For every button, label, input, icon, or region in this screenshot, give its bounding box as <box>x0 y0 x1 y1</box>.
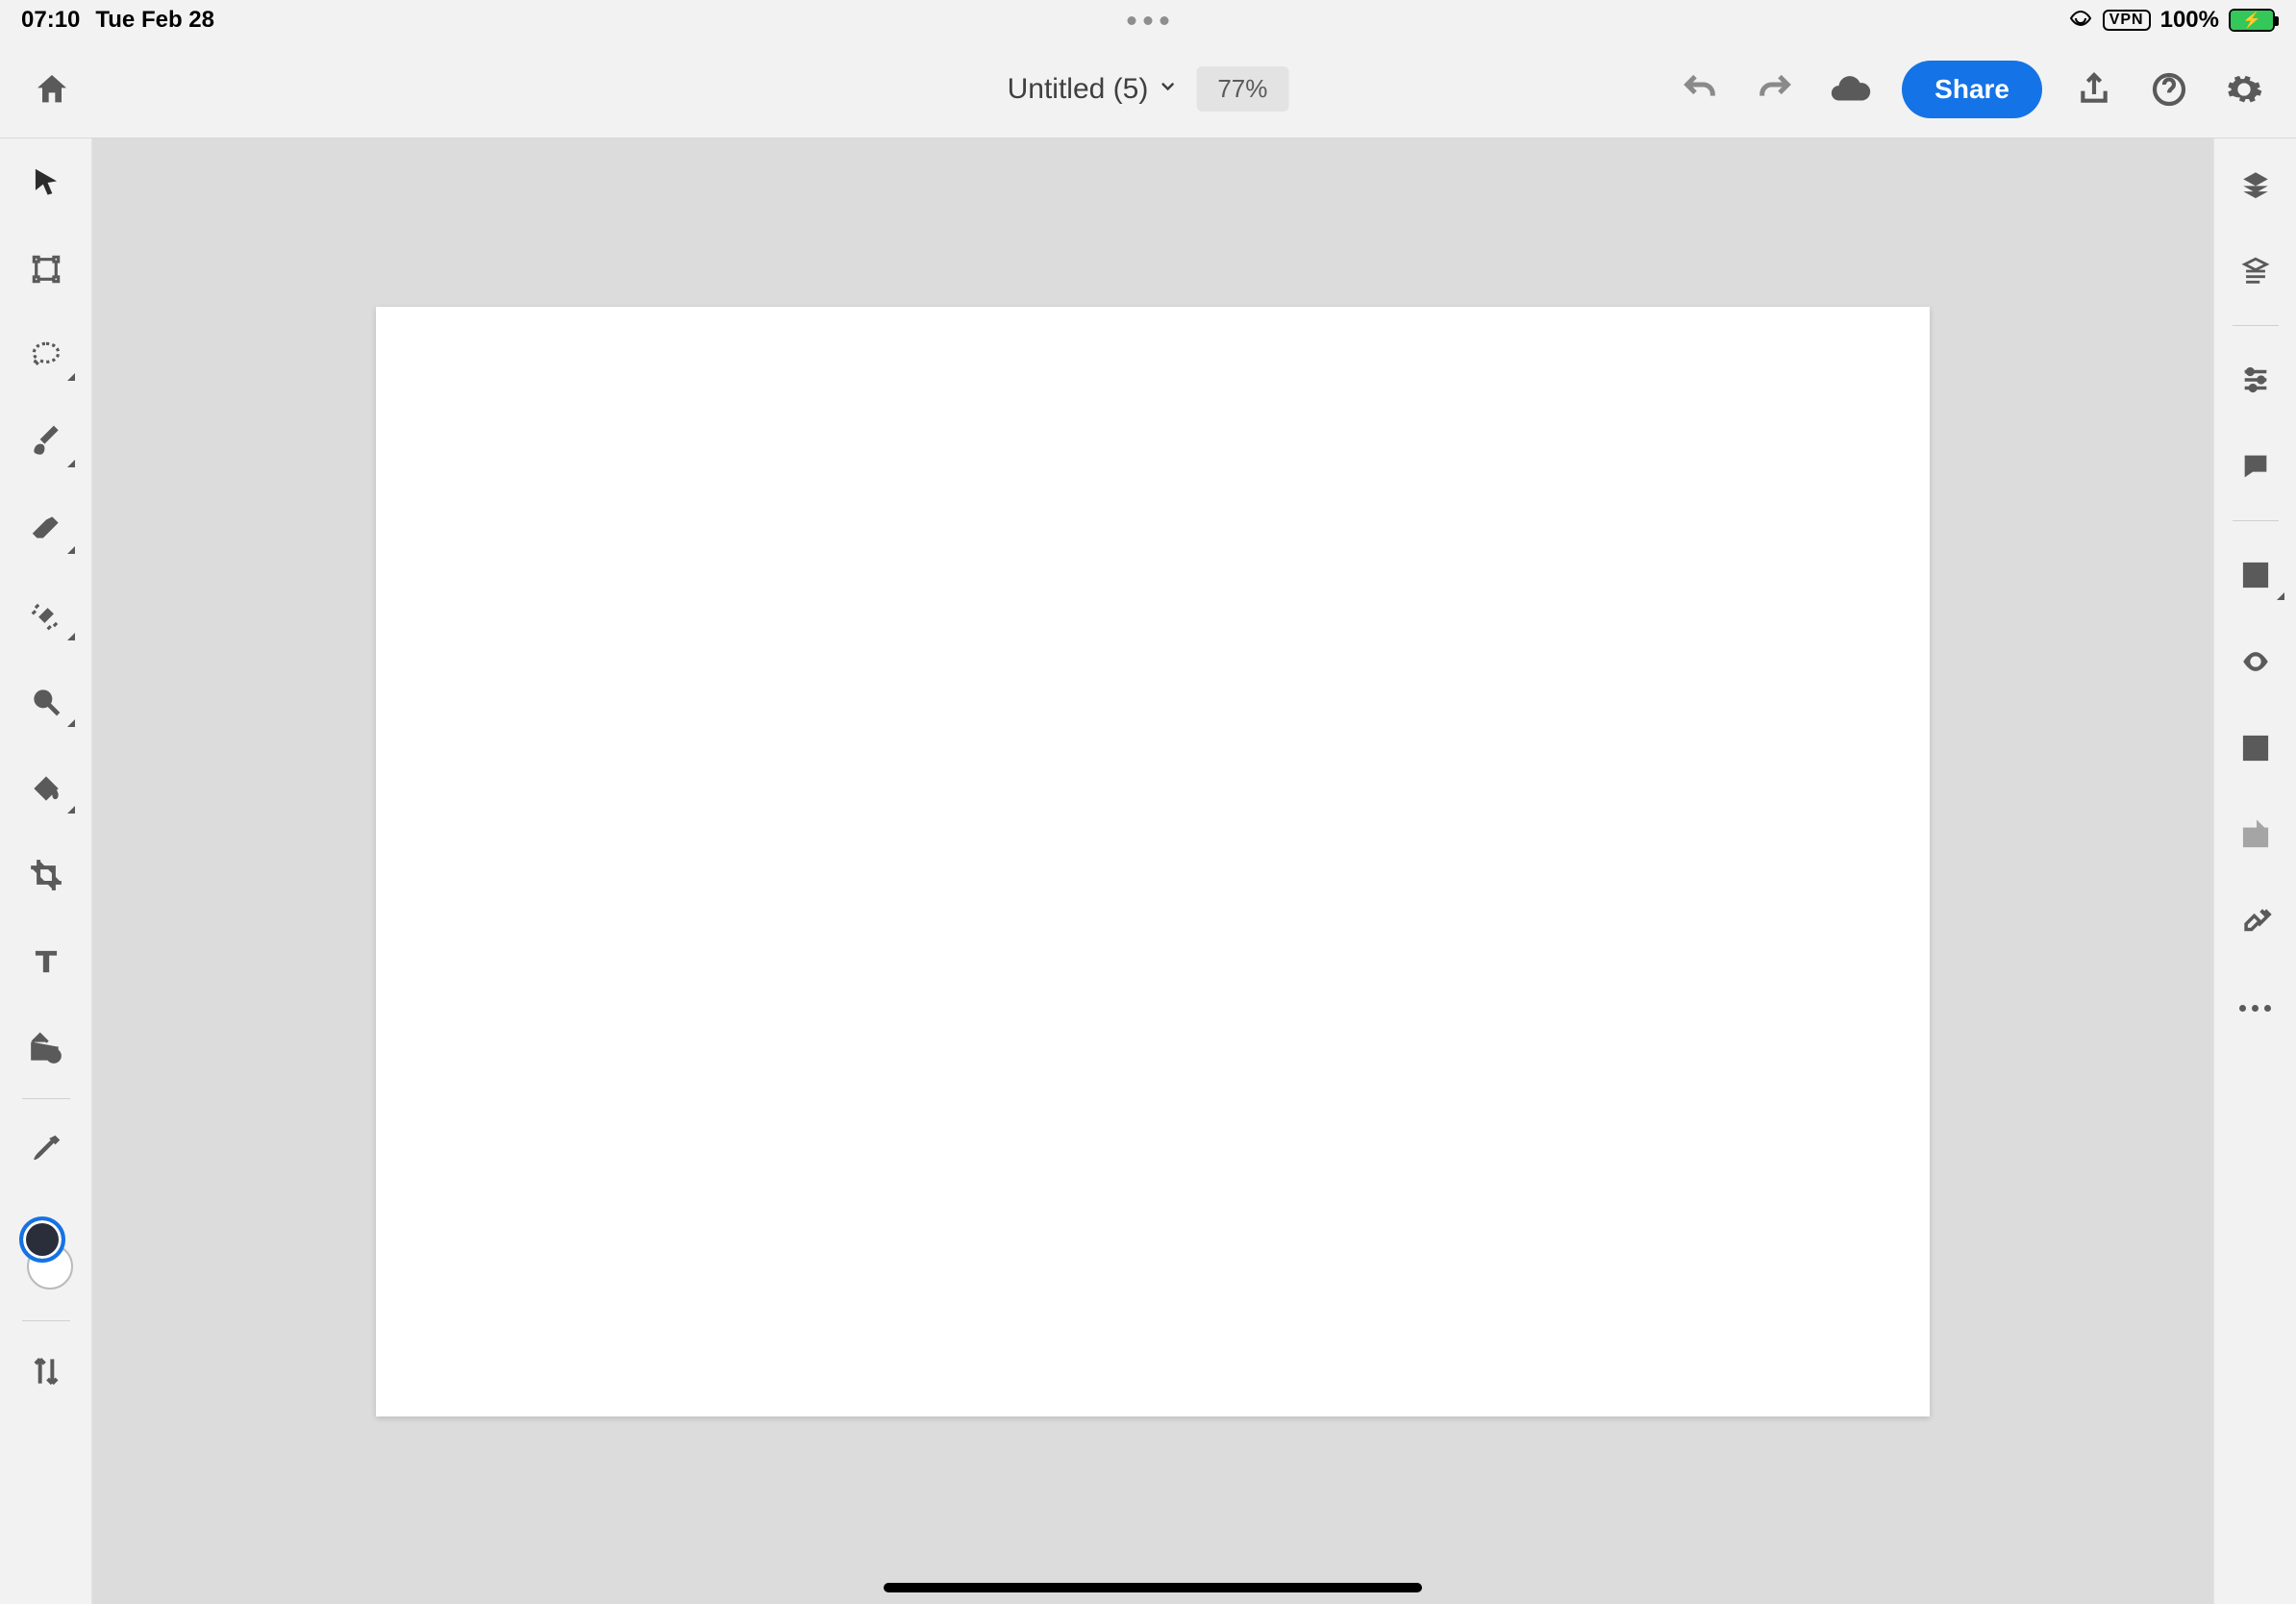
submenu-indicator-icon <box>67 719 75 727</box>
adjustments-button[interactable] <box>2229 361 2283 399</box>
brush-tool[interactable] <box>19 423 73 462</box>
dot-icon <box>1144 16 1153 25</box>
cloud-sync-button[interactable] <box>1827 66 1873 113</box>
transform-tool[interactable] <box>19 250 73 288</box>
left-toolbar <box>0 138 92 1604</box>
foreground-color-swatch[interactable] <box>19 1216 65 1263</box>
submenu-indicator-icon <box>2277 592 2284 600</box>
home-indicator[interactable] <box>884 1583 1422 1592</box>
submenu-indicator-icon <box>67 633 75 640</box>
share-button[interactable]: Share <box>1902 61 2042 118</box>
status-date: Tue Feb 28 <box>95 7 214 34</box>
main-area <box>0 138 2296 1604</box>
comments-button[interactable] <box>2229 447 2283 486</box>
redo-button[interactable] <box>1752 66 1798 113</box>
top-toolbar: Untitled (5) 77% Share <box>0 40 2296 138</box>
top-right-actions: Share <box>1677 61 2267 118</box>
type-tool[interactable] <box>19 942 73 981</box>
privacy-icon <box>2068 8 2093 33</box>
document-title: Untitled (5) <box>1008 73 1149 106</box>
eyedropper-tool[interactable] <box>19 1130 73 1168</box>
swap-colors-tool[interactable] <box>19 1352 73 1391</box>
clip-button[interactable] <box>2229 815 2283 854</box>
canvas[interactable] <box>376 307 1930 1416</box>
right-toolbar <box>2213 138 2296 1604</box>
separator <box>2233 325 2279 326</box>
delete-layer-button[interactable] <box>2229 902 2283 940</box>
battery-icon: ⚡ <box>2229 9 2275 32</box>
help-button[interactable] <box>2146 66 2192 113</box>
move-tool[interactable] <box>19 163 73 202</box>
eraser-tool[interactable] <box>19 510 73 548</box>
layers-panel-button[interactable] <box>2229 165 2283 204</box>
separator <box>2233 520 2279 521</box>
zoom-level[interactable]: 77% <box>1196 66 1288 112</box>
dot-icon <box>1128 16 1136 25</box>
dot-icon <box>1160 16 1169 25</box>
status-time: 07:10 <box>21 7 80 34</box>
smudge-tool[interactable] <box>19 683 73 721</box>
undo-button[interactable] <box>1677 66 1723 113</box>
mask-button[interactable] <box>2229 729 2283 767</box>
crop-tool[interactable] <box>19 856 73 894</box>
multitask-dots[interactable] <box>1128 16 1169 25</box>
submenu-indicator-icon <box>67 460 75 467</box>
add-layer-button[interactable] <box>2229 556 2283 594</box>
status-bar: 07:10 Tue Feb 28 VPN 100% ⚡ <box>0 0 2296 40</box>
submenu-indicator-icon <box>67 373 75 381</box>
canvas-viewport[interactable] <box>92 138 2213 1604</box>
settings-button[interactable] <box>2221 66 2267 113</box>
submenu-indicator-icon <box>67 546 75 554</box>
export-button[interactable] <box>2071 66 2117 113</box>
document-title-button[interactable]: Untitled (5) <box>1008 73 1178 106</box>
layer-properties-button[interactable] <box>2229 252 2283 290</box>
heal-tool[interactable] <box>19 596 73 635</box>
submenu-indicator-icon <box>67 806 75 814</box>
more-options-button[interactable] <box>2229 989 2283 1027</box>
visibility-button[interactable] <box>2229 642 2283 681</box>
place-photo-tool[interactable] <box>19 1029 73 1067</box>
color-swatches[interactable] <box>19 1216 73 1290</box>
fill-tool[interactable] <box>19 769 73 808</box>
chevron-down-icon <box>1158 77 1177 102</box>
charging-icon: ⚡ <box>2242 11 2261 30</box>
battery-percent: 100% <box>2160 7 2219 34</box>
lasso-tool[interactable] <box>19 337 73 375</box>
vpn-badge: VPN <box>2103 10 2151 31</box>
separator <box>22 1320 70 1321</box>
document-title-area: Untitled (5) 77% <box>1008 66 1289 112</box>
more-icon <box>2239 1005 2271 1012</box>
home-button[interactable] <box>29 66 75 113</box>
separator <box>22 1098 70 1099</box>
status-left: 07:10 Tue Feb 28 <box>21 7 214 34</box>
status-right: VPN 100% ⚡ <box>2068 7 2275 34</box>
